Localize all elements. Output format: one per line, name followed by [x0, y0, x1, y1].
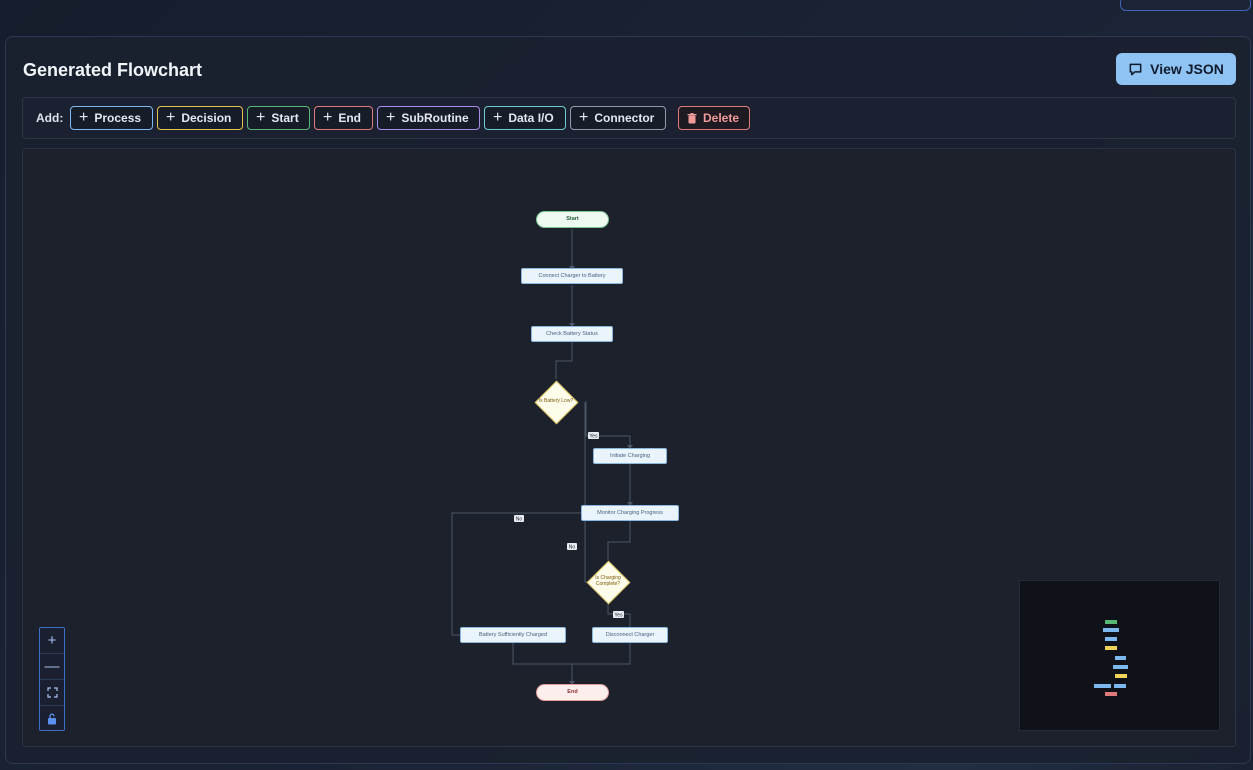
minimap-node	[1105, 692, 1117, 696]
plus-icon: +	[386, 109, 396, 126]
add-start-button[interactable]: + Start	[247, 106, 310, 130]
plus-icon: +	[323, 109, 333, 126]
minimap-node	[1113, 665, 1128, 669]
add-end-button[interactable]: + End	[314, 106, 373, 130]
minimap[interactable]	[1019, 580, 1220, 731]
page-title: Generated Flowchart	[23, 60, 203, 80]
node-initiate-charging[interactable]: Initiate Charging	[593, 448, 667, 464]
view-json-button[interactable]: View JSON	[1116, 53, 1236, 85]
edge-label-low-yes: Yes	[589, 434, 598, 440]
edge-low-initiate	[585, 401, 631, 448]
minimap-node	[1094, 684, 1111, 688]
add-decision-label: Decision	[181, 111, 232, 125]
edge-monitor-sufficient	[451, 512, 581, 636]
flowchart-canvas[interactable]: Yes No No Yes Start Connect Charger to B…	[22, 148, 1236, 747]
add-process-label: Process	[94, 111, 142, 125]
edge-sufficient-end	[512, 643, 572, 665]
add-end-label: End	[338, 111, 362, 125]
zoom-out-button[interactable]: —	[40, 654, 64, 680]
lock-button[interactable]	[40, 706, 64, 732]
plus-icon: +	[79, 109, 89, 126]
edge-disconnect-end	[571, 643, 631, 684]
minimap-node	[1114, 684, 1126, 688]
minus-icon: —	[44, 658, 60, 675]
add-data-io-button[interactable]: + Data I/O	[484, 106, 566, 130]
edge-monitor-complete	[607, 521, 631, 560]
fit-view-button[interactable]	[40, 680, 64, 706]
add-connector-label: Connector	[594, 111, 655, 125]
minimap-node	[1105, 637, 1117, 641]
plus-icon: +	[493, 109, 503, 126]
plus-icon: +	[166, 109, 176, 126]
trash-icon	[687, 112, 697, 123]
add-subroutine-button[interactable]: + SubRoutine	[377, 106, 480, 130]
node-disconnect-charger[interactable]: Disconnect Charger	[592, 627, 668, 643]
minimap-node	[1115, 674, 1127, 678]
minimap-node	[1105, 646, 1117, 650]
node-toolbar: Add: + Process + Decision + Start + End …	[22, 97, 1236, 139]
node-end[interactable]: End	[536, 684, 609, 701]
node-check-battery[interactable]: Check Battery Status	[531, 326, 613, 342]
node-sufficiently-charged[interactable]: Battery Sufficiently Charged	[460, 627, 566, 643]
unlock-icon	[48, 713, 56, 725]
edge-label-complete-no: No	[569, 545, 576, 551]
minimap-node	[1115, 656, 1126, 660]
plus-icon: +	[579, 109, 589, 126]
zoom-in-button[interactable]: +	[40, 628, 64, 654]
delete-label: Delete	[703, 111, 740, 125]
edge-label-complete-yes: Yes	[614, 613, 623, 619]
node-is-charging-complete[interactable]: Is Charging Complete?	[585, 560, 631, 604]
add-connector-button[interactable]: + Connector	[570, 106, 666, 130]
plus-icon: +	[47, 632, 57, 649]
add-label: Add:	[36, 111, 64, 125]
flowchart-card: Generated Flowchart View JSON Add: + Pro…	[5, 36, 1251, 764]
view-json-label: View JSON	[1150, 61, 1224, 77]
edge-label-low-no: No	[516, 517, 523, 523]
add-subroutine-label: SubRoutine	[401, 111, 469, 125]
message-icon	[1129, 63, 1142, 75]
add-decision-button[interactable]: + Decision	[157, 106, 243, 130]
node-start[interactable]: Start	[536, 211, 609, 228]
top-partial-button[interactable]	[1120, 0, 1251, 11]
delete-button[interactable]: Delete	[678, 106, 750, 130]
canvas-controls: + —	[39, 627, 65, 731]
add-data-io-label: Data I/O	[508, 111, 554, 125]
fit-view-icon	[46, 687, 58, 698]
add-process-button[interactable]: + Process	[70, 106, 153, 130]
node-is-battery-low[interactable]: Is Battery Low?	[534, 380, 578, 424]
node-connect-charger[interactable]: Connect Charger to Battery	[521, 268, 623, 284]
edge-check-low	[555, 342, 573, 379]
edge-low-sufficient-left	[584, 402, 596, 583]
minimap-node	[1103, 628, 1119, 632]
node-is-charging-complete-label: Is Charging Complete?	[595, 575, 621, 587]
minimap-node	[1105, 620, 1117, 624]
plus-icon: +	[256, 109, 266, 126]
node-is-battery-low-label: Is Battery Low?	[538, 398, 574, 405]
node-monitor-progress[interactable]: Monitor Charging Progress	[581, 505, 679, 521]
add-start-label: Start	[271, 111, 299, 125]
